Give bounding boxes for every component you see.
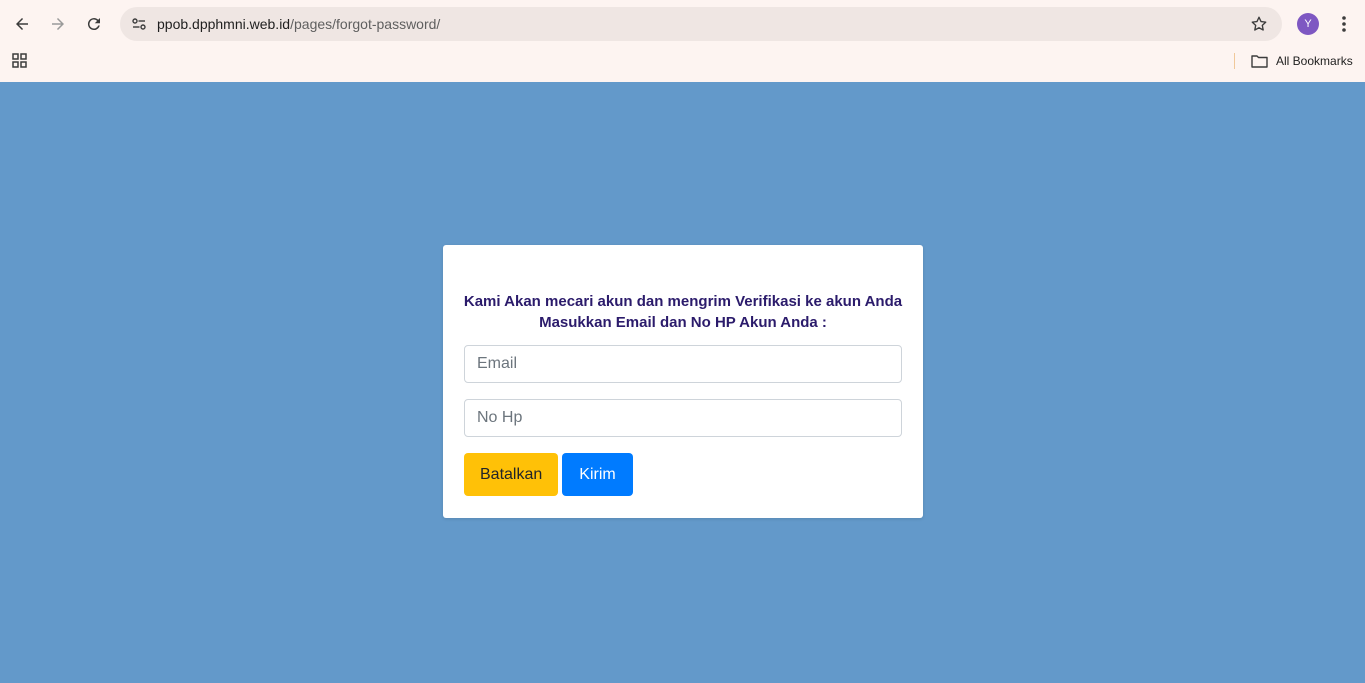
site-info-button[interactable] [126, 11, 152, 37]
folder-icon [1251, 55, 1268, 68]
bookmark-star-button[interactable] [1248, 13, 1270, 35]
reload-icon [87, 18, 100, 31]
all-bookmarks-label: All Bookmarks [1276, 54, 1353, 68]
address-bar[interactable]: ppob.dpphmni.web.id/pages/forgot-passwor… [120, 7, 1282, 41]
url-host: ppob.dpphmni.web.id [157, 16, 291, 32]
browser-toolbar: ppob.dpphmni.web.id/pages/forgot-passwor… [0, 0, 1365, 46]
phone-input[interactable] [464, 399, 902, 437]
url-path: /pages/forgot-password/ [290, 16, 441, 32]
url-text[interactable]: ppob.dpphmni.web.id/pages/forgot-passwor… [157, 16, 440, 32]
page-background: Kami Akan mecari akun dan mengrim Verifi… [0, 82, 1365, 683]
forgot-password-card: Kami Akan mecari akun dan mengrim Verifi… [443, 245, 923, 518]
bookmarks-divider [1234, 53, 1235, 69]
bookmark-star-icon [1251, 16, 1267, 31]
email-input[interactable] [464, 345, 902, 383]
browser-chrome: ppob.dpphmni.web.id/pages/forgot-passwor… [0, 0, 1365, 82]
cancel-button[interactable]: Batalkan [464, 453, 558, 496]
forward-arrow-icon [52, 18, 64, 30]
profile-avatar[interactable]: Y [1297, 13, 1319, 35]
apps-grid-icon[interactable] [11, 52, 29, 70]
browser-menu-button[interactable] [1332, 11, 1356, 37]
back-arrow-icon [16, 18, 28, 30]
reload-button[interactable] [78, 8, 110, 40]
form-title: Kami Akan mecari akun dan mengrim Verifi… [463, 293, 903, 331]
bookmarks-bar: All Bookmarks [0, 46, 1365, 82]
kebab-menu-icon [1342, 16, 1346, 32]
submit-button[interactable]: Kirim [562, 453, 633, 496]
forward-button[interactable] [42, 8, 74, 40]
site-info-icon [132, 18, 146, 30]
back-button[interactable] [6, 8, 38, 40]
all-bookmarks-button[interactable]: All Bookmarks [1251, 51, 1353, 71]
